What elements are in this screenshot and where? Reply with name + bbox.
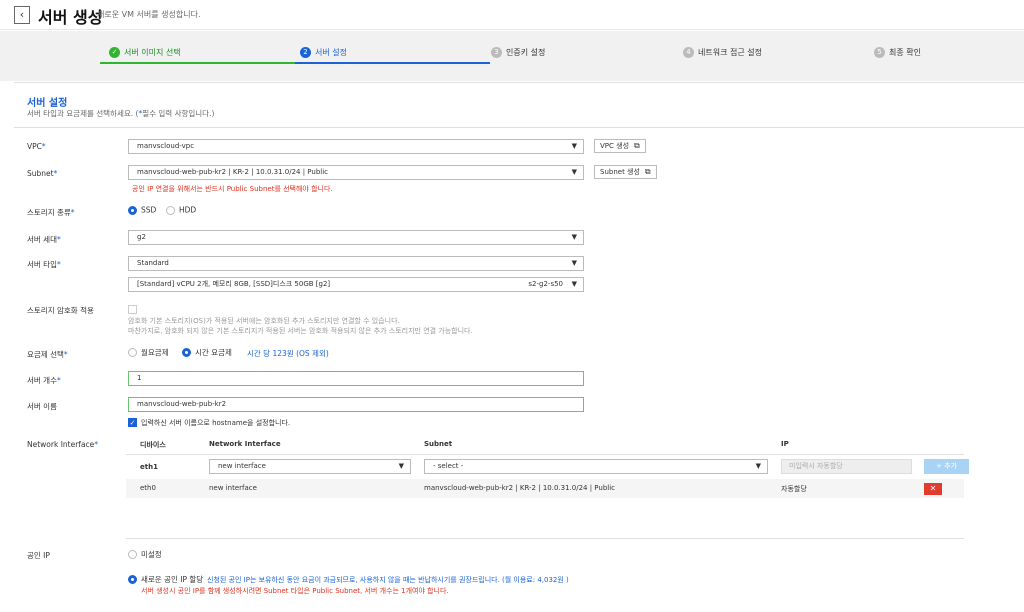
storage-encrypt-hint-2: 마찬가지로, 암호화 되지 않은 기본 스토리지가 적용된 서버는 암호화 적용…: [128, 327, 473, 335]
ni-col-interface: Network Interface: [209, 440, 281, 448]
public-ip-none-radio[interactable]: 미설정: [128, 549, 162, 560]
hostname-checkbox-label: 입력하신 서버 이름으로 hostname을 설정합니다.: [141, 419, 291, 427]
billing-hourly-radio[interactable]: 시간 요금제: [182, 347, 232, 358]
step-progress-done: [100, 62, 295, 64]
caret-down-icon: ▼: [571, 142, 577, 150]
ni-delete-button[interactable]: ✕: [924, 483, 942, 495]
billing-price: 시간 당 123원 (OS 제외): [247, 349, 329, 358]
close-icon: ✕: [929, 484, 937, 493]
ni-divider: [126, 454, 964, 455]
section-title: 서버 설정: [27, 98, 68, 109]
public-ip-description: 신청된 공인 IP는 보유하신 동안 요금이 과금되므로, 사용하지 않을 때는…: [207, 576, 569, 584]
check-icon: ✓: [129, 419, 136, 427]
storage-encrypt-hint-1: 암호화 기본 스토리지(OS)가 적용된 서버에는 암호화된 추가 스토리지만 …: [128, 317, 400, 325]
public-ip-warning: 서버 생성시 공인 IP를 함께 생성하시려면 Subnet 타입은 Publi…: [141, 587, 449, 595]
ni-new-device: eth1: [140, 463, 158, 471]
ni-new-subnet-select[interactable]: - select - ▼: [424, 459, 768, 474]
server-count-label: 서버 개수*: [27, 376, 61, 385]
external-link-icon: ⧉: [644, 167, 651, 176]
page-header: ‹ 서버 생성 새로운 VM 서버를 생성합니다.: [0, 0, 1024, 30]
ni-row-device: eth0: [140, 484, 156, 492]
ni-row-interface: new interface: [209, 484, 257, 492]
ni-new-ip-input[interactable]: 미입력시 자동할당: [781, 459, 912, 474]
billing-label: 요금제 선택*: [27, 350, 68, 359]
ni-col-device: 디바이스: [140, 441, 166, 449]
server-name-label: 서버 이름: [27, 402, 57, 411]
ni-new-interface-select[interactable]: new interface ▼: [209, 459, 411, 474]
section-description: 서버 타입과 요금제를 선택하세요. (*필수 입력 사항입니다.): [27, 109, 215, 118]
ni-col-ip: IP: [781, 440, 789, 448]
step-auth-key[interactable]: 3 인증키 설정: [491, 47, 545, 63]
billing-monthly-radio[interactable]: 월요금제: [128, 347, 169, 358]
ni-add-button[interactable]: + 추가: [924, 459, 969, 474]
page-subtitle: 새로운 VM 서버를 생성합니다.: [97, 10, 201, 19]
step-image-select[interactable]: ✓ 서버 이미지 선택: [109, 47, 181, 63]
vpc-select[interactable]: manvscloud-vpc ▼: [128, 139, 584, 154]
ni-row-subnet: manvscloud-web-pub-kr2 | KR-2 | 10.0.31.…: [424, 484, 616, 492]
step-server-settings[interactable]: 2 서버 설정: [300, 47, 347, 63]
server-name-input[interactable]: manvscloud-web-pub-kr2: [128, 397, 584, 412]
page-title: 서버 생성: [38, 8, 103, 27]
storage-hdd-radio[interactable]: HDD: [166, 205, 196, 215]
server-gen-select[interactable]: g2 ▼: [128, 230, 584, 245]
caret-down-icon: ▼: [398, 462, 404, 470]
server-spec-select[interactable]: [Standard] vCPU 2개, 메모리 8GB, [SSD]디스크 50…: [128, 277, 584, 292]
divider: [14, 127, 1024, 128]
vpc-label: VPC*: [27, 142, 46, 151]
server-type-select[interactable]: Standard ▼: [128, 256, 584, 271]
chevron-left-icon: ‹: [19, 8, 25, 21]
back-button[interactable]: ‹: [14, 6, 30, 24]
divider: [126, 538, 964, 539]
caret-down-icon: ▼: [571, 280, 577, 288]
step-final-confirm[interactable]: 5 최종 확인: [874, 47, 921, 63]
server-type-label: 서버 타입*: [27, 260, 61, 269]
check-icon: ✓: [109, 47, 120, 58]
public-ip-new-radio[interactable]: 새로운 공인 IP 할당: [128, 574, 203, 585]
caret-down-icon: ▼: [571, 168, 577, 176]
storage-encrypt-checkbox[interactable]: [128, 305, 137, 314]
subnet-create-button[interactable]: Subnet 생성 ⧉: [594, 165, 657, 179]
server-settings-card: 서버 설정 서버 타입과 요금제를 선택하세요. (*필수 입력 사항입니다.)…: [14, 82, 1024, 612]
storage-ssd-radio[interactable]: SSD: [128, 205, 156, 215]
caret-down-icon: ▼: [571, 259, 577, 267]
network-interface-label: Network Interface*: [27, 440, 99, 449]
vpc-create-button[interactable]: VPC 생성 ⧉: [594, 139, 646, 153]
subnet-label: Subnet*: [27, 169, 58, 178]
caret-down-icon: ▼: [755, 462, 761, 470]
step-network-access[interactable]: 4 네트워크 접근 설정: [683, 47, 762, 63]
step-progress-active: [295, 62, 490, 64]
stepper: ✓ 서버 이미지 선택 2 서버 설정 3 인증키 설정 4 네트워크 접근 설정 5최…: [0, 31, 1024, 81]
subnet-select[interactable]: manvscloud-web-pub-kr2 | KR-2 | 10.0.31.…: [128, 165, 584, 180]
hostname-checkbox[interactable]: ✓: [128, 418, 137, 427]
ni-row-ip: 자동할당: [781, 485, 807, 493]
subnet-error: 공인 IP 연결을 위해서는 반드시 Public Subnet를 선택해야 합…: [132, 185, 333, 193]
server-count-input[interactable]: 1: [128, 371, 584, 386]
storage-encrypt-label: 스토리지 암호화 적용: [27, 306, 94, 315]
caret-down-icon: ▼: [571, 233, 577, 241]
public-ip-label: 공인 IP: [27, 551, 50, 560]
external-link-icon: ⧉: [634, 141, 640, 150]
server-gen-label: 서버 세대*: [27, 235, 61, 244]
ni-col-subnet: Subnet: [424, 440, 453, 448]
storage-type-label: 스토리지 종류*: [27, 208, 75, 217]
